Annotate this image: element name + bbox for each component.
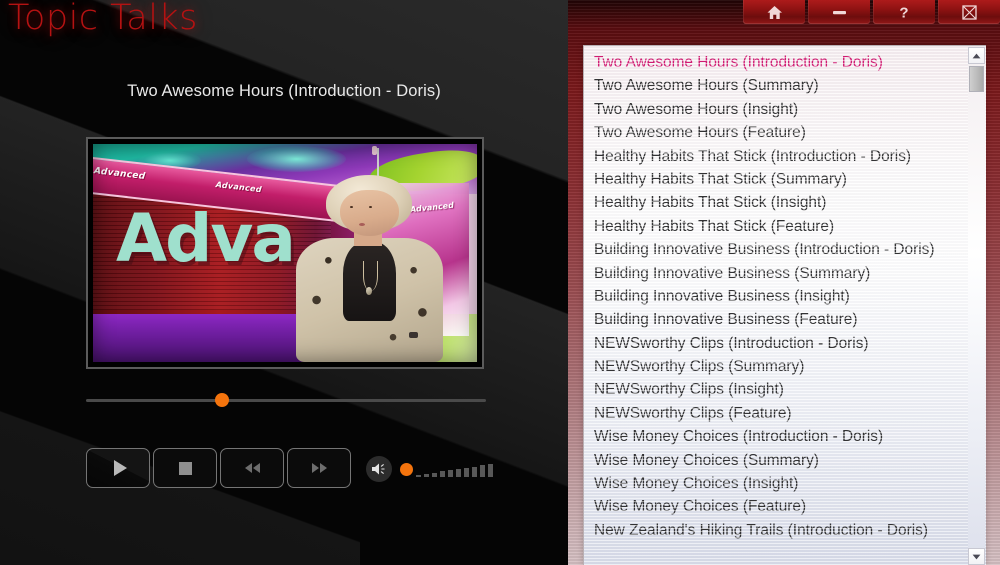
playlist-item[interactable]: New Zealand's Hiking Trails (Introductio… [584,519,962,542]
playlist-item[interactable]: Two Awesome Hours (Introduction - Doris) [584,51,962,74]
playlist-item[interactable]: Building Innovative Business (Insight) [584,285,962,308]
playlist-item[interactable]: NEWSworthy Clips (Feature) [584,402,962,425]
playlist-panel: ? Two Awesome Hours (Introduction - Dori… [568,0,1000,565]
playlist-item[interactable]: NEWSworthy Clips (Insight) [584,378,962,401]
scrollbar-up-button[interactable] [968,47,985,64]
playlist-item[interactable]: Wise Money Choices (Summary) [584,449,962,472]
rewind-button[interactable] [220,448,284,488]
rewind-icon [244,463,260,473]
playlist-item[interactable]: Wise Money Choices (Introduction - Doris… [584,425,962,448]
scrollbar-down-button[interactable] [968,548,985,565]
playlist-item[interactable]: Wise Money Choices (Feature) [584,495,962,518]
home-button[interactable] [743,0,805,24]
playlist-item[interactable]: NEWSworthy Clips (Introduction - Doris) [584,332,962,355]
video-vignette [93,144,477,362]
seek-bar[interactable] [86,393,486,407]
fast-forward-icon [311,463,327,473]
minimize-button[interactable] [808,0,870,24]
volume-step[interactable] [432,472,437,477]
volume-step[interactable] [416,475,421,477]
stop-icon [178,461,192,475]
question-mark-icon: ? [899,5,908,21]
video-still: Adva Advanced Advanced Advanced [93,144,477,362]
playlist-item[interactable]: Building Innovative Business (Introducti… [584,238,962,261]
home-icon [767,5,782,19]
close-box-icon [961,4,977,20]
app-title: Topic Talks [8,0,198,38]
volume-slider[interactable] [396,460,493,478]
seek-bar-track[interactable] [86,399,486,402]
help-button[interactable]: ? [873,0,935,24]
playlist-item[interactable]: Healthy Habits That Stick (Summary) [584,168,962,191]
volume-step[interactable] [464,467,469,477]
close-button[interactable] [938,0,1000,24]
playlist-item[interactable]: Two Awesome Hours (Insight) [584,98,962,121]
playlist-item[interactable]: Healthy Habits That Stick (Insight) [584,191,962,214]
stop-button[interactable] [153,448,217,488]
volume-step[interactable] [472,466,477,477]
speaker-icon[interactable] [366,456,392,482]
fast-forward-button[interactable] [287,448,351,488]
volume-step[interactable] [480,465,485,477]
chevron-down-icon [972,554,981,559]
playlist-item[interactable]: Two Awesome Hours (Summary) [584,74,962,97]
playlist-listbox[interactable]: Two Awesome Hours (Introduction - Doris)… [583,45,986,565]
volume-step[interactable] [488,464,493,477]
svg-text:?: ? [899,5,908,21]
volume-step[interactable] [424,473,429,477]
chevron-up-icon [972,53,981,58]
playlist-item[interactable]: Two Awesome Hours (Feature) [584,121,962,144]
playlist-item[interactable]: Healthy Habits That Stick (Feature) [584,215,962,238]
playlist-item[interactable]: Wise Money Choices (Insight) [584,472,962,495]
player-panel: Topic Talks Two Awesome Hours (Introduct… [0,0,568,565]
video-player[interactable]: Adva Advanced Advanced Advanced [86,137,484,369]
scrollbar-thumb[interactable] [969,66,984,92]
playlist-item[interactable]: Building Innovative Business (Feature) [584,308,962,331]
playlist-item[interactable]: NEWSworthy Clips (Summary) [584,355,962,378]
now-playing-title: Two Awesome Hours (Introduction - Doris) [127,82,441,100]
scrollbar-track[interactable] [969,65,984,547]
volume-step[interactable] [448,470,453,477]
minimize-icon [832,11,846,15]
window-titlebar: ? [568,0,1000,24]
volume-step[interactable] [440,471,445,477]
playlist-items: Two Awesome Hours (Introduction - Doris)… [584,51,962,542]
play-button[interactable] [86,448,150,488]
playlist-item[interactable]: Building Innovative Business (Summary) [584,262,962,285]
topic-talks-app: Topic Talks Two Awesome Hours (Introduct… [0,0,1000,565]
play-icon [113,460,127,476]
volume-slider-handle[interactable] [400,463,413,476]
playlist-item[interactable]: Healthy Habits That Stick (Introduction … [584,145,962,168]
playlist-scrollbar[interactable] [968,47,985,565]
seek-bar-handle[interactable] [215,393,229,407]
volume-step[interactable] [456,469,461,477]
